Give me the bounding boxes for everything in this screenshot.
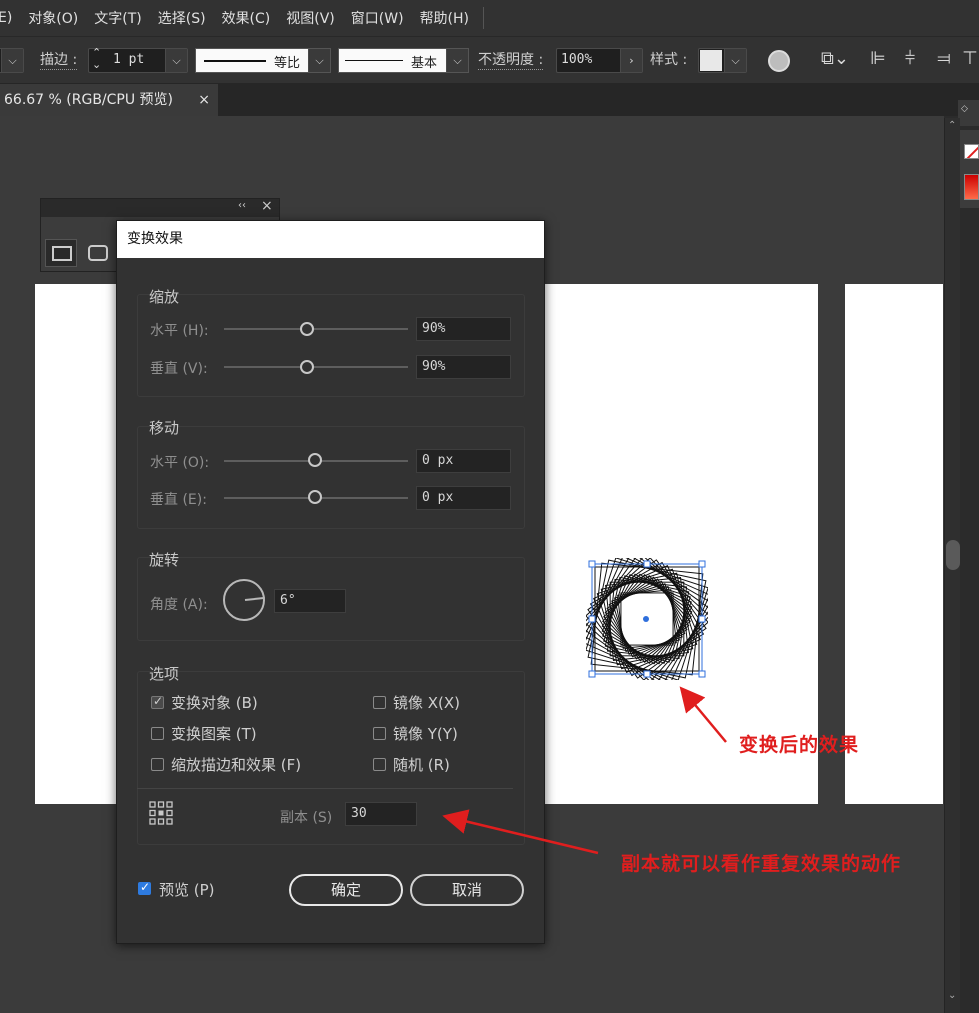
annotation-copies-note: 副本就可以看作重复效果的动作 <box>621 853 902 875</box>
arrow-to-copies <box>442 809 599 855</box>
illustrator-window: E) 对象(O) 文字(T) 选择(S) 效果(C) 视图(V) 窗口(W) 帮… <box>0 0 979 1013</box>
arrow-to-object <box>679 686 727 743</box>
annotation-after-effect: 变换后的效果 <box>739 734 860 756</box>
